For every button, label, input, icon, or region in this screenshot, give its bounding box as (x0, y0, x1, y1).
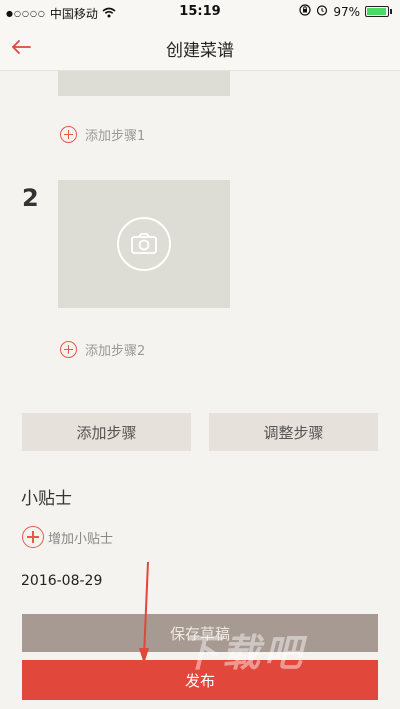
camera-icon (117, 217, 171, 271)
battery-icon (365, 6, 392, 17)
page-title: 创建菜谱 (166, 41, 234, 61)
add-step-1-label: 添加步骤1 (85, 129, 146, 144)
step-number: 2 (22, 184, 39, 212)
adjust-steps-button[interactable]: 调整步骤 (209, 413, 378, 451)
step-1-photo[interactable] (58, 71, 230, 96)
save-draft-button[interactable]: 保存草稿 (22, 614, 378, 652)
add-step-button[interactable]: 添加步骤 (22, 413, 191, 451)
alarm-icon (316, 4, 328, 19)
plus-circle-icon (60, 341, 77, 358)
status-right: 97% (299, 4, 392, 19)
tips-title: 小贴士 (21, 489, 72, 509)
add-tip-button[interactable]: 增加小贴士 (22, 526, 113, 548)
add-step-1-button[interactable]: 添加步骤1 (60, 125, 145, 144)
nav-bar: 创建菜谱 (0, 24, 400, 71)
battery-percent: 97% (333, 4, 360, 19)
add-step-2-label: 添加步骤2 (85, 344, 146, 359)
step-2-photo[interactable] (58, 180, 230, 308)
plus-circle-icon (60, 126, 77, 143)
publish-button[interactable]: 发布 (22, 660, 378, 700)
add-step-2-button[interactable]: 添加步骤2 (60, 340, 145, 359)
status-bar: ●○○○○ 中国移动 15:19 97% (0, 0, 400, 24)
date-label: 2016-08-29 (21, 573, 103, 589)
add-tip-label: 增加小贴士 (48, 531, 114, 547)
plus-circle-icon (22, 526, 44, 548)
orientation-lock-icon (299, 4, 311, 19)
